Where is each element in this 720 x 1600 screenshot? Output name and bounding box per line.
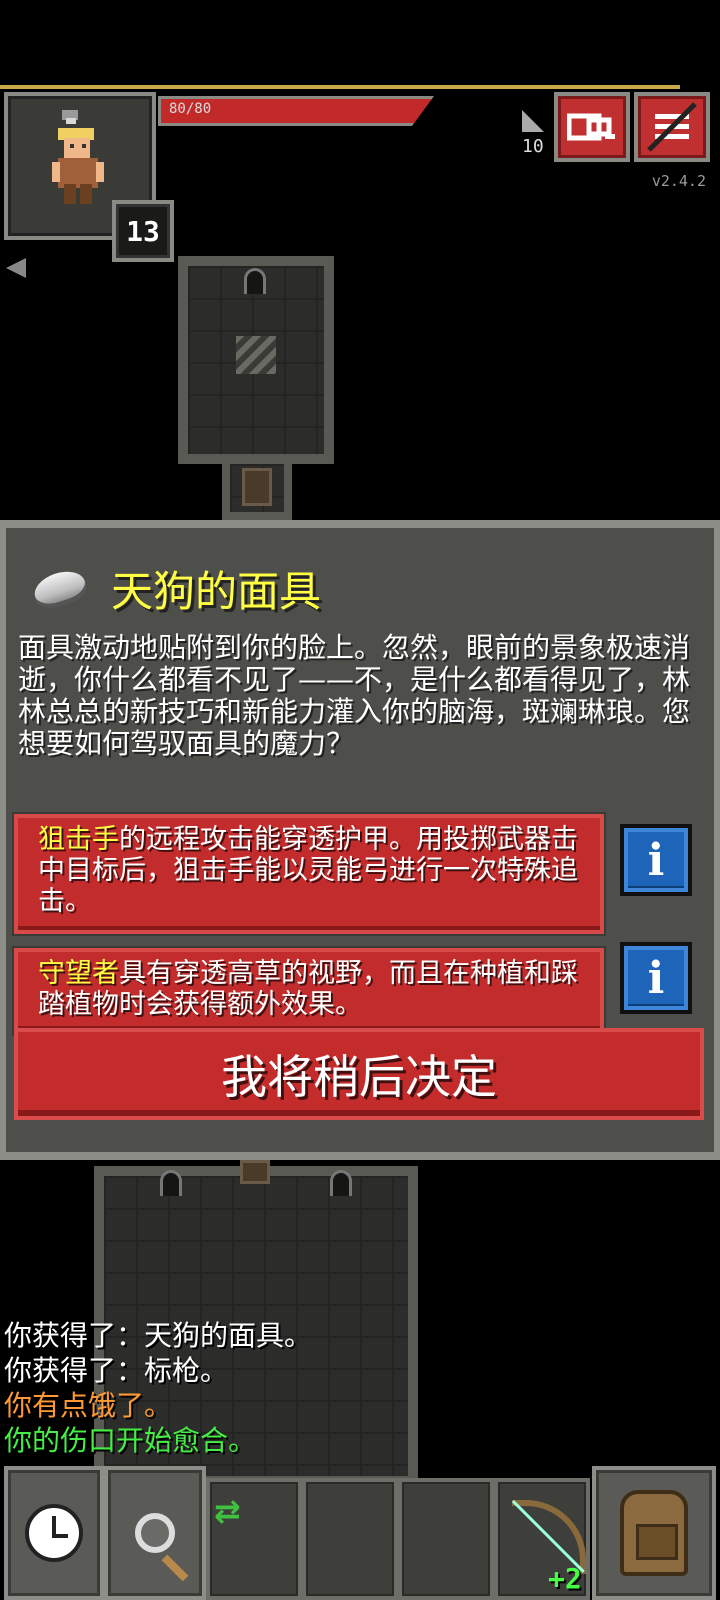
exp-bar bbox=[0, 85, 680, 89]
log-line: 你有点饿了。 bbox=[4, 1389, 173, 1422]
quickslot-1[interactable] bbox=[302, 1478, 398, 1600]
decide-later-button[interactable]: 我将稍后决定 bbox=[14, 1028, 704, 1120]
hero-level: 13 bbox=[112, 200, 174, 262]
search-button[interactable] bbox=[104, 1466, 206, 1600]
info-button-warden[interactable]: i bbox=[620, 942, 692, 1014]
clock-icon bbox=[25, 1504, 83, 1562]
wait-button[interactable] bbox=[4, 1466, 104, 1600]
mask-icon bbox=[30, 565, 90, 613]
side-arrow-icon[interactable] bbox=[6, 258, 26, 278]
depth-icon bbox=[522, 110, 544, 132]
wall-arch bbox=[330, 1170, 352, 1196]
item-level-badge: +2 bbox=[548, 1562, 582, 1595]
subclass-text: 具有穿透高草的视野，而且在种植和踩踏植物时会获得额外效果。 bbox=[38, 958, 578, 1020]
log-line: 你的伤口开始愈合。 bbox=[4, 1424, 257, 1457]
menu-icon bbox=[647, 102, 697, 152]
version-label: v2.4.2 bbox=[651, 172, 706, 190]
log-line: 你获得了：标枪。 bbox=[4, 1354, 229, 1387]
wall-arch bbox=[244, 268, 266, 294]
menu-button[interactable] bbox=[634, 92, 710, 162]
subclass-name: 守望者 bbox=[38, 958, 119, 989]
subclass-choice-sniper[interactable]: 狙击手的远程攻击能穿透护甲。用投掷武器击中目标后，狙击手能以灵能弓进行一次特殊追… bbox=[14, 814, 604, 934]
log-line: 你获得了：天狗的面具。 bbox=[4, 1319, 313, 1352]
info-icon: i bbox=[647, 952, 665, 1004]
door-lower[interactable] bbox=[240, 1160, 270, 1184]
magnifier-icon bbox=[135, 1513, 175, 1553]
wall-arch bbox=[160, 1170, 182, 1196]
hp-bar: 80/80 bbox=[158, 96, 434, 126]
journal-icon bbox=[567, 113, 615, 141]
inventory-button[interactable] bbox=[592, 1466, 716, 1600]
swap-icon[interactable]: ⇄ bbox=[214, 1492, 241, 1530]
subclass-text: 的远程攻击能穿透护甲。用投掷武器击中目标后，狙击手能以灵能弓进行一次特殊追击。 bbox=[38, 824, 578, 917]
info-button-sniper[interactable]: i bbox=[620, 824, 692, 896]
talent-dialog: 天狗的面具 面具激动地贴附到你的脸上。忽然，眼前的景象极速消逝，你什么都看不见了… bbox=[0, 520, 720, 1160]
subclass-name: 狙击手 bbox=[38, 824, 119, 855]
dialog-description: 面具激动地贴附到你的脸上。忽然，眼前的景象极速消逝，你什么都看不见了——不，是什… bbox=[18, 631, 691, 760]
message-log: 你获得了：天狗的面具。 你获得了：标枪。 你有点饿了。 你的伤口开始愈合。 bbox=[4, 1318, 312, 1458]
info-icon: i bbox=[647, 834, 665, 886]
quickslot-2[interactable] bbox=[398, 1478, 494, 1600]
door-upper[interactable] bbox=[242, 468, 272, 506]
subclass-choice-warden[interactable]: 守望者具有穿透高草的视野，而且在种植和踩踏植物时会获得额外效果。 bbox=[14, 948, 604, 1034]
hp-text: 80/80 bbox=[169, 101, 212, 117]
journal-button[interactable] bbox=[554, 92, 630, 162]
dialog-title: 天狗的面具 bbox=[111, 567, 322, 616]
backpack-icon bbox=[620, 1490, 688, 1576]
depth-text: 10 bbox=[522, 136, 544, 157]
stairs-icon[interactable] bbox=[236, 336, 276, 374]
